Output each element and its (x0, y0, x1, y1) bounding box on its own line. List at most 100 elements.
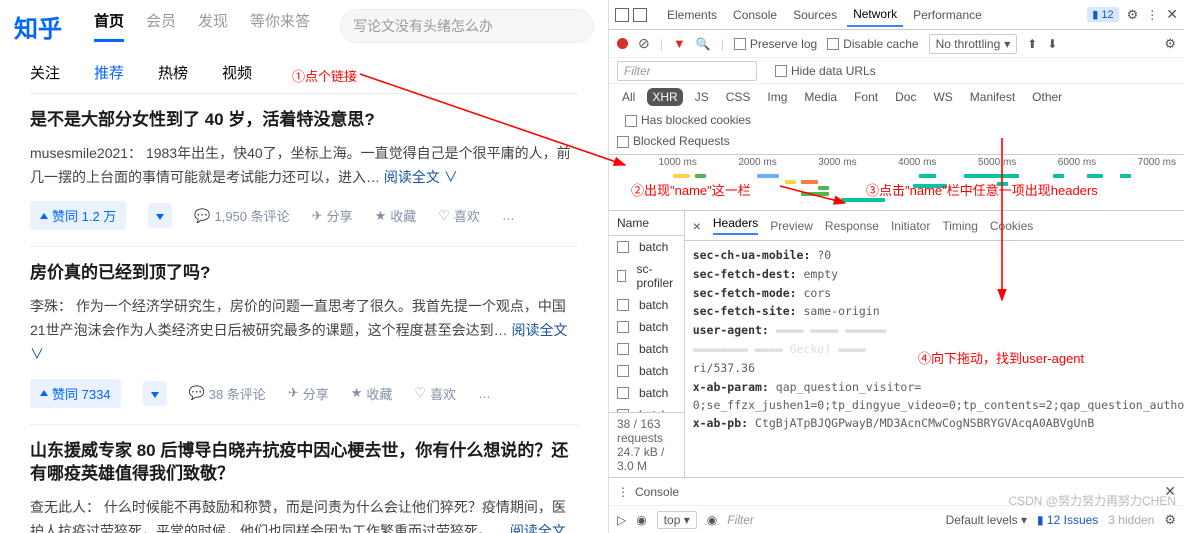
upvote-icon (40, 390, 48, 396)
settings-icon[interactable]: ⚙ (1127, 7, 1139, 23)
more-icon[interactable]: ⋮ (1146, 8, 1158, 22)
device-toggle-icon[interactable] (633, 8, 647, 22)
type-ws[interactable]: WS (928, 88, 957, 106)
card-title[interactable]: 房价真的已经到顶了吗? (30, 261, 578, 285)
type-xhr[interactable]: XHR (647, 88, 682, 106)
request-list[interactable]: batch sc-profiler batch batch batch batc… (609, 236, 684, 412)
request-row[interactable]: batch (609, 404, 684, 412)
share-button[interactable]: ✈ 分享 (312, 206, 353, 225)
network-toolbar: ⊘ | ▼ 🔍 | Preserve log Disable cache No … (609, 30, 1184, 58)
type-other[interactable]: Other (1027, 88, 1067, 106)
headers-body[interactable]: sec-ch-ua-mobile: ?0 sec-fetch-dest: emp… (685, 241, 1184, 440)
type-media[interactable]: Media (799, 88, 842, 106)
detail-tab-initiator[interactable]: Initiator (891, 219, 930, 233)
detail-tab-preview[interactable]: Preview (770, 219, 813, 233)
like-button[interactable]: ♡ 喜欢 (438, 206, 480, 225)
name-header[interactable]: Name (609, 211, 684, 236)
type-css[interactable]: CSS (721, 88, 756, 106)
type-filters: All XHR JS CSS Img Media Font Doc WS Man… (609, 84, 1184, 131)
type-js[interactable]: JS (690, 88, 714, 106)
download-icon[interactable]: ⬇ (1047, 37, 1057, 51)
request-row[interactable]: sc-profiler (609, 258, 684, 294)
more-button[interactable]: … (478, 386, 491, 401)
network-settings-icon[interactable]: ⚙ (1164, 36, 1176, 52)
type-font[interactable]: Font (849, 88, 883, 106)
inspect-icon[interactable] (615, 8, 629, 22)
nav-vip[interactable]: 会员 (146, 10, 176, 42)
filter-input[interactable]: Filter (617, 61, 757, 81)
console-filter-input[interactable]: Filter (727, 513, 935, 527)
tab-performance[interactable]: Performance (907, 4, 988, 26)
filter-toggle-icon[interactable]: ▼ (673, 36, 686, 51)
tick: 6000 ms (1016, 157, 1096, 168)
blocked-cookies-checkbox[interactable]: Has blocked cookies (625, 113, 751, 127)
downvote-button[interactable] (148, 203, 172, 228)
console-settings-icon[interactable]: ⚙ (1164, 512, 1176, 528)
console-filter-eye-icon[interactable]: ◉ (707, 513, 717, 527)
throttling-select[interactable]: No throttling ▾ (929, 34, 1018, 54)
levels-select[interactable]: Default levels ▾ (946, 513, 1027, 527)
console-eye-icon[interactable]: ◉ (636, 513, 646, 527)
request-row[interactable]: batch (609, 294, 684, 316)
detail-tab-cookies[interactable]: Cookies (990, 219, 1033, 233)
fav-button[interactable]: ★ 收藏 (375, 206, 417, 225)
context-select[interactable]: top ▾ (657, 511, 697, 529)
tab-sources[interactable]: Sources (787, 4, 843, 26)
card-title[interactable]: 山东援威专家 80 后博导白晓卉抗疫中因心梗去世，你有什么想说的？还有哪疫英雄值… (30, 439, 578, 487)
tab-recommend[interactable]: 推荐 (94, 62, 124, 83)
zhihu-logo[interactable]: 知乎 (14, 9, 62, 44)
request-row[interactable]: batch (609, 338, 684, 360)
comments-link[interactable]: 💬 1,950 条评论 (194, 206, 289, 225)
upvote-button[interactable]: 赞同 1.2 万 (30, 201, 126, 230)
console-play-icon[interactable]: ▷ (617, 513, 626, 527)
search-icon[interactable]: 🔍 (696, 37, 711, 51)
read-more-link[interactable]: 阅读全文 ∨ (384, 169, 458, 185)
tab-hot[interactable]: 热榜 (158, 62, 188, 83)
search-input[interactable]: 写论文没有头绪怎么办 (340, 9, 594, 43)
disable-cache-checkbox[interactable]: Disable cache (827, 37, 918, 51)
card-text: 什么时候能不再鼓励和称赞，而是问责为什么会让他们猝死？疫情期间，医护人抗疫过劳猝… (30, 499, 566, 533)
tab-console[interactable]: Console (727, 4, 783, 26)
tab-network[interactable]: Network (847, 3, 903, 27)
detail-tab-headers[interactable]: Headers (713, 216, 758, 235)
close-detail-icon[interactable]: × (693, 218, 701, 234)
request-row[interactable]: batch (609, 236, 684, 258)
blocked-requests-checkbox[interactable]: Blocked Requests (609, 131, 1184, 155)
more-button[interactable]: … (502, 208, 515, 223)
record-icon[interactable] (617, 38, 628, 49)
clear-icon[interactable]: ⊘ (638, 35, 650, 52)
fav-button[interactable]: ★ 收藏 (351, 384, 393, 403)
downvote-button[interactable] (143, 381, 167, 406)
warning-badge[interactable]: ▮ 12 (1087, 7, 1118, 22)
card-title[interactable]: 是不是大部分女性到了 40 岁，活着特没意思? (30, 108, 578, 132)
nav-home[interactable]: 首页 (94, 10, 124, 42)
like-button[interactable]: ♡ 喜欢 (414, 384, 456, 403)
tab-follow[interactable]: 关注 (30, 62, 60, 83)
issues-link[interactable]: ▮ 12 Issues (1037, 513, 1098, 527)
comments-link[interactable]: 💬 38 条评论 (189, 384, 266, 403)
feed-card[interactable]: 是不是大部分女性到了 40 岁，活着特没意思? musesmile2021： 1… (30, 93, 578, 246)
nav-answer[interactable]: 等你来答 (250, 10, 310, 42)
feed-card[interactable]: 山东援威专家 80 后博导白晓卉抗疫中因心梗去世，你有什么想说的？还有哪疫英雄值… (30, 424, 578, 533)
type-all[interactable]: All (617, 88, 640, 106)
feed-card[interactable]: 房价真的已经到顶了吗? 李殊： 作为一个经济学研究生，房价的问题一直思考了很久。… (30, 246, 578, 423)
request-row[interactable]: batch (609, 382, 684, 404)
close-devtools-icon[interactable]: ✕ (1166, 6, 1178, 23)
tab-video[interactable]: 视频 (222, 62, 252, 83)
type-manifest[interactable]: Manifest (965, 88, 1020, 106)
upvote-button[interactable]: 赞同 7334 (30, 379, 121, 408)
nav-explore[interactable]: 发现 (198, 10, 228, 42)
type-img[interactable]: Img (762, 88, 792, 106)
request-row[interactable]: batch (609, 316, 684, 338)
status-bar: 38 / 163 requests 24.7 kB / 3.0 M (609, 412, 684, 477)
filter-row: Filter Hide data URLs (609, 58, 1184, 84)
type-doc[interactable]: Doc (890, 88, 921, 106)
detail-tab-timing[interactable]: Timing (942, 219, 978, 233)
request-row[interactable]: batch (609, 360, 684, 382)
preserve-log-checkbox[interactable]: Preserve log (734, 37, 817, 51)
hide-data-urls-checkbox[interactable]: Hide data URLs (775, 64, 876, 78)
tab-elements[interactable]: Elements (661, 4, 723, 26)
upload-icon[interactable]: ⬆ (1027, 37, 1037, 51)
share-button[interactable]: ✈ 分享 (288, 384, 329, 403)
detail-tab-response[interactable]: Response (825, 219, 879, 233)
